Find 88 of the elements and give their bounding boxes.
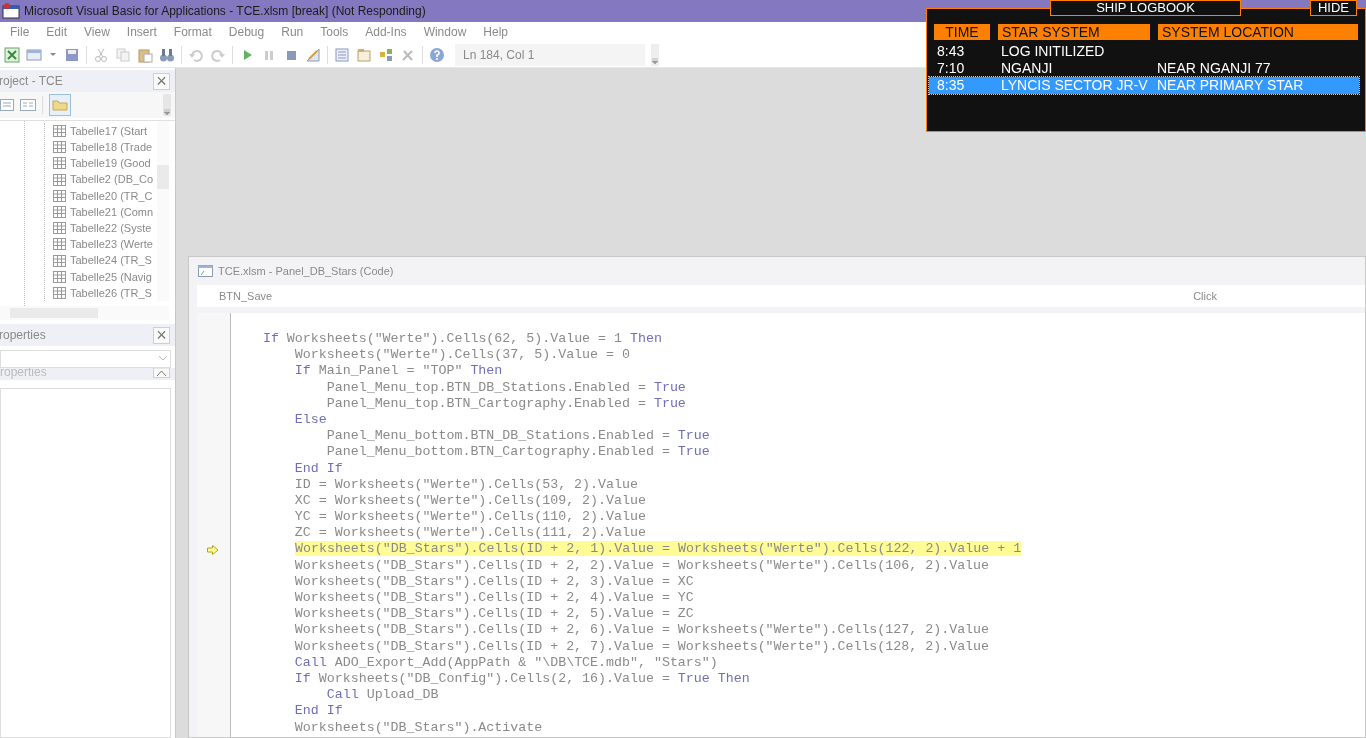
code-line: Else bbox=[293, 411, 327, 427]
close-button[interactable]: × bbox=[153, 326, 170, 344]
sheet-icon bbox=[53, 157, 67, 170]
code-line: If Worksheets("DB_Config").Cells(2, 16).Value = True Then bbox=[293, 670, 750, 686]
hide-button[interactable]: HIDE bbox=[1310, 0, 1357, 16]
sheet-icon bbox=[53, 206, 67, 219]
code-line: Panel_Menu_bottom.BTN_Cartography.Enabled = True bbox=[325, 444, 710, 460]
object-dropdown[interactable] bbox=[0, 350, 171, 368]
code-line: Panel_Menu_bottom.BTN_DB_Stations.Enabled = True bbox=[325, 428, 710, 444]
sheet-icon bbox=[53, 125, 67, 138]
code-window-icon bbox=[198, 264, 214, 278]
help-icon[interactable] bbox=[429, 46, 445, 63]
code-line: Worksheets("DB_Stars").Cells(ID + 2, 6).Value = Worksheets("Werte").Cells(127, 2).Value bbox=[293, 622, 990, 638]
execution-arrow-icon bbox=[207, 544, 219, 555]
userform-icon[interactable] bbox=[26, 46, 42, 63]
object-browser-icon[interactable] bbox=[378, 46, 394, 63]
code-line: Worksheets("DB_Stars").Cells(ID + 2, 2).Value = Worksheets("Werte").Cells(106, 2).Value bbox=[293, 557, 990, 573]
sheet-icon bbox=[53, 173, 67, 186]
collapse-icon[interactable] bbox=[153, 368, 170, 378]
menu-item[interactable]: Insert bbox=[126, 23, 157, 41]
code-line: Panel_Menu_top.BTN_DB_Stations.Enabled = True bbox=[325, 379, 686, 395]
sheet-icon bbox=[53, 222, 67, 235]
log-row[interactable]: 7:10 NGANJI NEAR NGANJI 77 bbox=[929, 60, 1359, 77]
column-header[interactable]: STAR SYSTEM bbox=[998, 24, 1150, 40]
sheet-icon bbox=[53, 270, 67, 283]
code-line: Call ADO_Export_Add(AppPath & "\DB\TCE.mdb", "Stars") bbox=[293, 654, 718, 670]
caret-icon bbox=[159, 356, 167, 362]
menu-item[interactable]: Edit bbox=[46, 23, 68, 41]
window-title: Microsoft Visual Basic for Applications - TCE.xlsm [break] (Not Responding) bbox=[24, 3, 426, 20]
toolbar-options-icon[interactable] bbox=[651, 43, 659, 66]
code-line: ZC = Worksheets("Werte").Cells(111, 2).Value bbox=[293, 525, 646, 541]
sheet-icon bbox=[53, 286, 67, 299]
sheet-icon bbox=[53, 189, 67, 202]
sheet-icon bbox=[53, 254, 67, 267]
pane-title: roperties bbox=[0, 327, 46, 344]
log-row[interactable]: 8:43 LOG INITILIZED bbox=[929, 43, 1359, 60]
logbook-title: SHIP LOGBOOK bbox=[1050, 0, 1241, 16]
procedure-dropdown[interactable]: Click bbox=[1193, 287, 1217, 305]
project-explorer-icon[interactable] bbox=[334, 46, 350, 63]
cut-icon[interactable] bbox=[93, 46, 109, 63]
code-line: Worksheets("DB_Stars").Activate bbox=[293, 719, 543, 735]
binoculars-icon[interactable] bbox=[159, 46, 175, 63]
code-line: Worksheets("DB_Stars").Cells(ID + 2, 4).Value = YC bbox=[293, 590, 694, 605]
paste-icon[interactable] bbox=[137, 46, 153, 63]
cursor-position-field: Ln 184, Col 1 bbox=[455, 43, 645, 66]
app-icon bbox=[2, 3, 20, 19]
horizontal-scrollbar[interactable] bbox=[0, 306, 169, 320]
code-line: Worksheets("DB_Stars").Cells(ID + 2, 5).Value = ZC bbox=[293, 606, 694, 622]
menu-item[interactable]: Format bbox=[173, 23, 212, 41]
pane-title: roject - TCE bbox=[0, 73, 63, 90]
code-line: If Main_Panel = "TOP" Then bbox=[293, 363, 503, 379]
sheet-icon bbox=[53, 141, 67, 154]
menu-item[interactable]: Tools bbox=[320, 23, 349, 41]
column-header[interactable]: SYSTEM LOCATION bbox=[1158, 24, 1358, 40]
code-line: If Worksheets("Werte").Cells(62, 5).Value = 1 Then bbox=[261, 331, 662, 346]
copy-icon[interactable] bbox=[115, 46, 131, 63]
menu-item[interactable]: Help bbox=[483, 23, 508, 41]
toolbar-options-icon[interactable] bbox=[163, 94, 171, 116]
properties-icon[interactable] bbox=[356, 46, 372, 63]
code-line: End If bbox=[293, 460, 343, 476]
code-line: YC = Worksheets("Werte").Cells(110, 2).Value bbox=[293, 509, 646, 525]
toggle-folders-icon[interactable] bbox=[49, 94, 71, 116]
log-row[interactable]: 8:35 LYNCIS SECTOR JR-V NEAR PRIMARY STAR bbox=[929, 77, 1359, 94]
vertical-scrollbar[interactable] bbox=[157, 121, 169, 301]
menu-item[interactable]: Run bbox=[281, 23, 304, 41]
code-line: Call Upload_DB bbox=[325, 687, 439, 703]
menu-item[interactable]: Add-Ins bbox=[365, 23, 407, 41]
column-header[interactable]: TIME bbox=[934, 24, 990, 40]
close-button[interactable]: × bbox=[153, 72, 170, 90]
code-window-title: TCE.xlsm - Panel_DB_Stars (Code) bbox=[218, 263, 394, 279]
code-line: ID = Worksheets("Werte").Cells(53, 2).Value bbox=[293, 476, 638, 492]
menu-item[interactable]: File bbox=[10, 23, 30, 41]
excel-icon[interactable] bbox=[4, 46, 20, 63]
sheet-icon bbox=[53, 238, 67, 251]
design-mode-icon[interactable] bbox=[305, 46, 321, 63]
code-line: Panel_Menu_top.BTN_Cartography.Enabled = True bbox=[325, 395, 686, 411]
code-line: End If bbox=[293, 703, 343, 719]
menu-item[interactable]: Debug bbox=[228, 23, 265, 41]
menu-item[interactable]: Window bbox=[423, 23, 467, 41]
save-icon[interactable] bbox=[64, 46, 80, 63]
code-line: XC = Worksheets("Werte").Cells(109, 2).Value bbox=[293, 492, 646, 508]
code-line: Worksheets("DB_Stars").Cells(ID + 2, 7).Value = Worksheets("Werte").Cells(128, 2).Value bbox=[293, 638, 990, 654]
code-line: Worksheets("DB_Stars").Cells(ID + 2, 3).Value = XC bbox=[293, 573, 694, 589]
object-dropdown[interactable]: BTN_Save bbox=[219, 287, 273, 305]
view-code-icon[interactable] bbox=[0, 99, 14, 111]
view-object-icon[interactable] bbox=[20, 99, 36, 111]
menu-item[interactable]: View bbox=[84, 23, 110, 41]
code-line: Worksheets("Werte").Cells(37, 5).Value = 0 bbox=[293, 347, 630, 363]
